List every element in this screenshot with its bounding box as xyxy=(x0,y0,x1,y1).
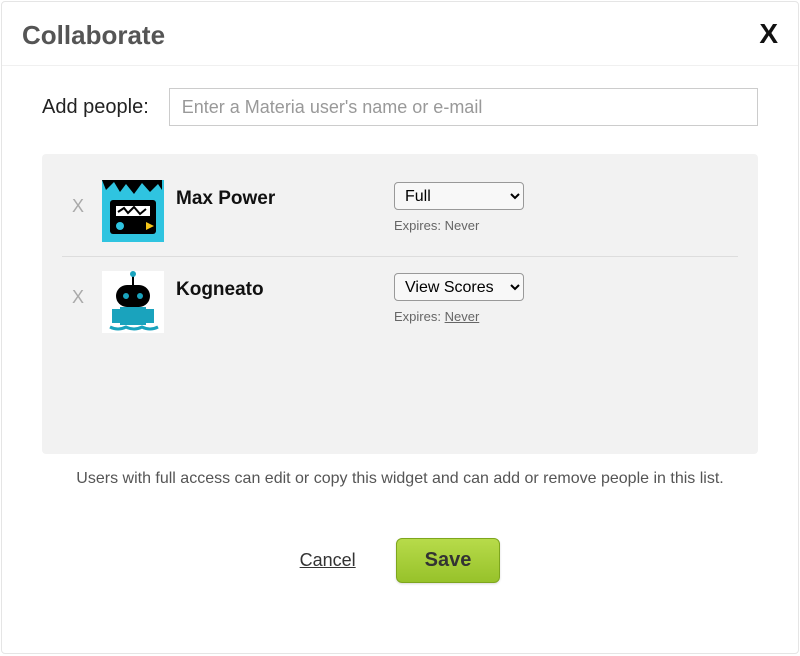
avatar xyxy=(102,180,164,242)
add-people-input[interactable] xyxy=(169,88,758,126)
add-people-row: Add people: xyxy=(2,66,798,136)
expires-value[interactable]: Never xyxy=(445,309,480,324)
permission-select[interactable]: Full View Scores xyxy=(394,273,524,301)
person-name: Kogneato xyxy=(176,279,394,301)
expires-label: Expires: xyxy=(394,309,441,324)
permission-col: Full View Scores Expires: Never xyxy=(394,180,524,233)
avatar xyxy=(102,271,164,333)
remove-person-icon[interactable]: X xyxy=(72,196,84,217)
help-text: Users with full access can edit or copy … xyxy=(2,470,798,488)
person-row: X Max Power Full View Scores xyxy=(62,166,738,257)
expires-label-row: Expires: Never xyxy=(394,309,524,324)
permission-col: Full View Scores Expires: Never xyxy=(394,271,524,324)
expires-label-row: Expires: Never xyxy=(394,218,524,233)
remove-person-icon[interactable]: X xyxy=(72,287,84,308)
person-name-col: Max Power xyxy=(164,180,394,210)
expires-value[interactable]: Never xyxy=(445,218,480,233)
person-row: X Kogneato xyxy=(62,257,738,347)
dialog-buttons: Cancel Save xyxy=(2,538,798,583)
person-name: Max Power xyxy=(176,188,394,210)
add-people-label: Add people: xyxy=(42,96,149,119)
person-name-col: Kogneato xyxy=(164,271,394,301)
dialog-header: Collaborate X xyxy=(2,2,798,66)
cancel-button[interactable]: Cancel xyxy=(300,550,356,571)
people-list: X Max Power Full View Scores xyxy=(42,154,758,454)
save-button[interactable]: Save xyxy=(396,538,501,583)
expires-label: Expires: xyxy=(394,218,441,233)
dialog-title: Collaborate xyxy=(22,20,165,51)
collaborate-dialog: Collaborate X Add people: X Max xyxy=(1,1,799,654)
close-icon[interactable]: X xyxy=(759,20,778,48)
permission-select[interactable]: Full View Scores xyxy=(394,182,524,210)
